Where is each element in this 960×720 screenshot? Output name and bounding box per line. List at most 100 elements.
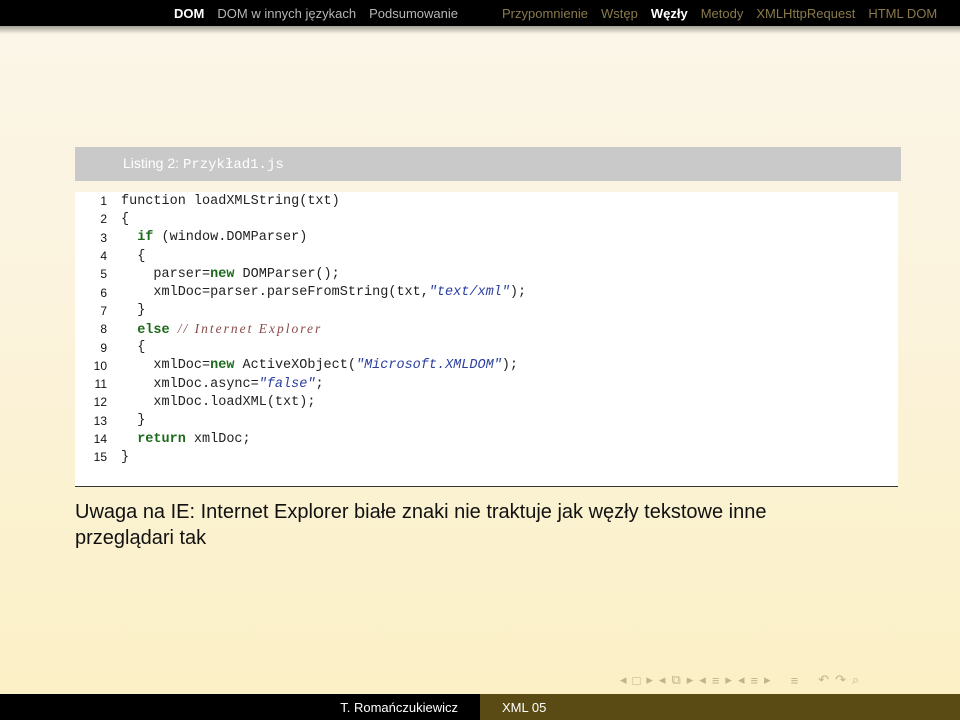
code-token: function loadXMLString(txt) — [121, 193, 340, 209]
listing-caption: Listing 2: Przykład1.js — [123, 155, 284, 173]
code-token: ); — [501, 358, 518, 374]
code-line: 9 { — [75, 338, 898, 356]
subsection-nav: Przypomnienie Wstęp Węzły Metody XMLHttp… — [480, 0, 960, 26]
code-text: { — [121, 340, 145, 355]
code-line: 12 xmlDoc.loadXML(txt); — [75, 393, 898, 411]
back-icon[interactable]: ↶ — [818, 672, 829, 688]
code-line: 2{ — [75, 210, 898, 228]
code-keyword: new — [210, 358, 235, 374]
frame-icon[interactable]: □ — [633, 673, 641, 688]
nav-section-summary[interactable]: Podsumowanie — [369, 6, 458, 21]
code-text: xmlDoc=parser.parseFromString(txt,"text/… — [121, 285, 526, 300]
line-number: 5 — [100, 267, 107, 282]
top-bar-shadow — [0, 26, 960, 34]
nav-subsection-xmlhttprequest[interactable]: XMLHttpRequest — [756, 6, 855, 21]
code-text: xmlDoc.async="false"; — [121, 376, 323, 392]
code-listing: 1 function loadXMLString(txt) 2{3 if (wind… — [75, 192, 898, 486]
code-comment: // Internet Explorer — [177, 320, 323, 336]
nav-subsection-wstep[interactable]: Wstęp — [601, 6, 638, 21]
code-line: 11 xmlDoc.async="false"; — [75, 375, 898, 393]
code-line: 6 xmlDoc=parser.parseFromString(txt,"tex… — [75, 284, 898, 302]
code-token: (window.DOMParser) — [153, 230, 308, 246]
line-number: 12 — [93, 395, 107, 410]
code-line: 8 else // Internet Explorer — [75, 320, 898, 338]
code-token: DOMParser(); — [234, 266, 340, 282]
nav-section-dom[interactable]: DOM — [174, 6, 204, 21]
code-text: xmlDoc.loadXML(txt); — [121, 395, 315, 410]
code-text: xmlDoc=new ActiveXObject("Microsoft.XMLD… — [121, 358, 518, 373]
code-line: 13 } — [75, 412, 898, 430]
line-number: 13 — [93, 413, 107, 428]
code-token: } — [121, 413, 146, 429]
nav-subsection-metody[interactable]: Metody — [701, 6, 744, 21]
next-section-icon[interactable]: ▸ — [764, 672, 771, 688]
code-line: 3 if (window.DOMParser) — [75, 229, 898, 247]
prev-slide-icon[interactable]: ◂ — [659, 672, 666, 688]
search-icon[interactable]: ⌕ — [852, 672, 859, 688]
footer-bar: T. Romańczukiewicz XML 05 — [0, 694, 960, 720]
next-frame-icon[interactable]: ▸ — [646, 672, 653, 688]
code-string: "false" — [258, 376, 316, 392]
code-line: 7 } — [75, 302, 898, 320]
code-token: ActiveXObject( — [234, 358, 356, 374]
code-token: ); — [509, 285, 527, 301]
forward-icon[interactable]: ↷ — [835, 672, 846, 688]
nav-subsection-przypomnienie[interactable]: Przypomnienie — [502, 6, 588, 21]
code-text: { — [121, 212, 129, 227]
line-number: 9 — [100, 340, 107, 355]
code-token: { — [121, 340, 146, 356]
code-token: xmlDoc.async= — [121, 376, 259, 392]
code-line: 4 { — [75, 247, 898, 265]
line-number: 1 — [100, 194, 107, 209]
line-number: 3 — [100, 230, 107, 245]
code-text: function loadXMLString(txt) — [121, 194, 340, 209]
slide-icon[interactable]: ⧉ — [671, 672, 680, 688]
line-number: 6 — [100, 285, 107, 300]
line-number: 7 — [100, 303, 107, 318]
section-icon[interactable]: ≡ — [750, 673, 758, 688]
line-number: 14 — [93, 432, 107, 447]
nav-subsection-html-dom[interactable]: HTML DOM — [868, 6, 937, 21]
line-number: 11 — [94, 377, 107, 392]
nav-subsection-wezly[interactable]: Węzły — [651, 6, 688, 21]
code-token: { — [121, 248, 146, 264]
top-navigation-bar: DOM DOM w innych językach Podsumowanie P… — [0, 0, 960, 26]
line-number: 2 — [100, 212, 107, 227]
code-keyword: if — [137, 230, 154, 246]
next-slide-icon[interactable]: ▸ — [687, 672, 694, 688]
next-subsection-icon[interactable]: ▸ — [725, 672, 732, 688]
code-keyword: return — [137, 431, 186, 447]
code-text: { — [121, 249, 145, 264]
code-listing-bottom-rule — [75, 486, 898, 487]
prev-subsection-icon[interactable]: ◂ — [699, 672, 706, 688]
code-text: else // Internet Explorer — [121, 321, 322, 338]
code-line: 14 return xmlDoc; — [75, 430, 898, 448]
code-token: xmlDoc; — [185, 431, 251, 447]
code-token: parser= — [121, 266, 211, 282]
nav-section-dom-other-languages[interactable]: DOM w innych językach — [217, 6, 356, 21]
code-line: 10 xmlDoc=new ActiveXObject("Microsoft.X… — [75, 357, 898, 375]
code-line: 5 parser=new DOMParser(); — [75, 265, 898, 283]
code-keyword: new — [210, 266, 235, 282]
code-token: xmlDoc= — [121, 358, 211, 374]
code-string: "text/xml" — [428, 285, 510, 301]
line-number: 10 — [93, 358, 107, 373]
code-token: xmlDoc.loadXML(txt); — [121, 394, 316, 410]
outline-icon[interactable]: ≡ — [791, 673, 799, 688]
code-text: } — [121, 303, 145, 318]
code-keyword: else — [137, 322, 170, 338]
code-text: if (window.DOMParser) — [121, 230, 307, 245]
code-token: xmlDoc=parser.parseFromString(txt, — [121, 285, 429, 301]
slide-navigation-controls: ◂ □ ▸ ◂ ⧉ ▸ ◂ ≡ ▸ ◂ ≡ ▸ ≡ ↶ ↷ ⌕ — [620, 670, 960, 690]
subsection-icon[interactable]: ≡ — [712, 673, 720, 688]
code-text: } — [121, 450, 129, 465]
code-text: return xmlDoc; — [121, 431, 251, 447]
prev-section-icon[interactable]: ◂ — [738, 672, 745, 688]
prev-frame-icon[interactable]: ◂ — [620, 672, 627, 688]
line-number: 4 — [100, 249, 107, 264]
line-number: 8 — [100, 322, 107, 337]
footer-author: T. Romańczukiewicz — [340, 699, 458, 715]
code-token: } — [121, 449, 130, 465]
